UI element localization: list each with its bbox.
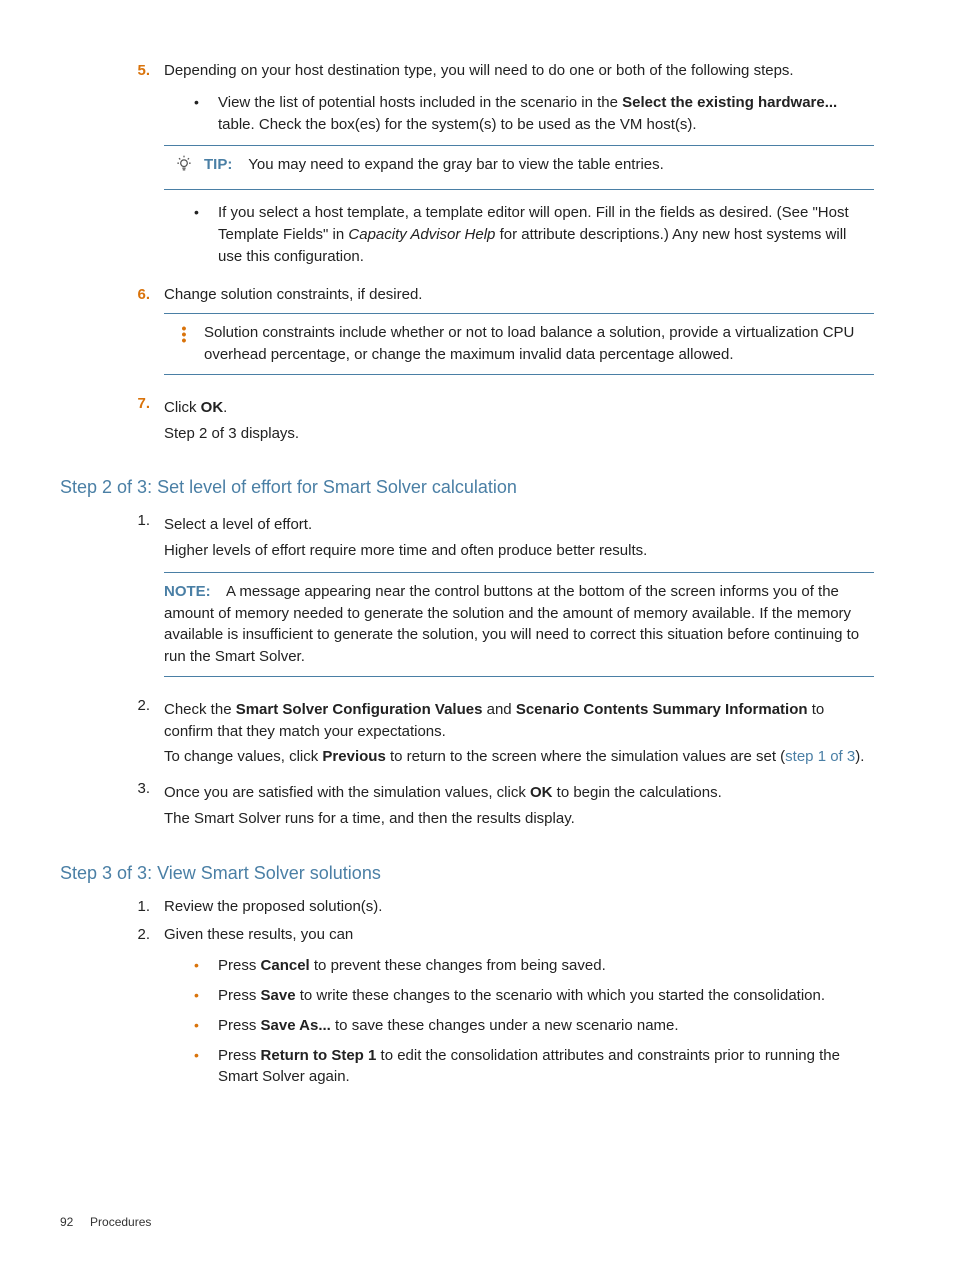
step2-2: 2. Check the Smart Solver Configuration … xyxy=(110,695,874,772)
note-callout: NOTE: A message appearing near the contr… xyxy=(164,572,874,677)
bullet-item: • Press Save As... to save these changes… xyxy=(194,1015,874,1037)
step-number: 1. xyxy=(110,510,164,689)
bullet-item: • Press Cancel to prevent these changes … xyxy=(194,955,874,977)
bold-text: Scenario Contents Summary Information xyxy=(516,701,808,718)
step3-1: 1. Review the proposed solution(s). xyxy=(110,896,874,918)
heading-step-2: Step 2 of 3: Set level of effort for Sma… xyxy=(60,474,874,500)
bullet-item: • If you select a host template, a templ… xyxy=(194,202,874,267)
text: Select a level of effort. xyxy=(164,514,874,536)
tip-text: You may need to expand the gray bar to v… xyxy=(248,156,664,173)
sub-text: Step 2 of 3 displays. xyxy=(164,423,874,445)
link-text[interactable]: step 1 of 3 xyxy=(785,748,855,765)
vertical-dots-icon: ••• xyxy=(164,322,204,366)
step2-1: 1. Select a level of effort. Higher leve… xyxy=(110,510,874,689)
footer-label: Procedures xyxy=(90,1215,151,1229)
tip-label: TIP: xyxy=(204,156,232,173)
sub-bullet-list: • If you select a host template, a templ… xyxy=(194,202,874,267)
ordered-list-step3: 1. Review the proposed solution(s). 2. G… xyxy=(110,896,874,1098)
bold-text: Return to Step 1 xyxy=(261,1047,377,1064)
section-2: 1. Select a level of effort. Higher leve… xyxy=(110,510,874,833)
bullet-item: • View the list of potential hosts inclu… xyxy=(194,92,874,136)
step-text: Depending on your host destination type,… xyxy=(164,62,794,79)
bullet-dot: • xyxy=(194,92,218,136)
bold-text: Select the existing hardware... xyxy=(622,94,837,111)
bold-text: Save xyxy=(261,987,296,1004)
heading-step-3: Step 3 of 3: View Smart Solver solutions xyxy=(60,860,874,886)
note-label: NOTE: xyxy=(164,583,211,600)
text: Press xyxy=(218,987,261,1004)
text: to prevent these changes from being save… xyxy=(310,957,606,974)
text: Press xyxy=(218,1047,261,1064)
bold-text: OK xyxy=(201,399,224,416)
step-number: 3. xyxy=(110,778,164,834)
bullet-dot: • xyxy=(194,985,218,1007)
note-text: Solution constraints include whether or … xyxy=(204,324,854,363)
step-number: 5. xyxy=(110,60,164,278)
ordered-list-main: 5. Depending on your host destination ty… xyxy=(110,60,874,448)
italic-text: Capacity Advisor Help xyxy=(348,226,495,243)
text: to begin the calculations. xyxy=(553,784,722,801)
bullet-dot: • xyxy=(194,202,218,267)
text: to return to the screen where the simula… xyxy=(386,748,785,765)
step-number: 7. xyxy=(110,393,164,449)
tip-callout: TIP: You may need to expand the gray bar… xyxy=(164,145,874,190)
result-options-list: • Press Cancel to prevent these changes … xyxy=(194,955,874,1088)
text: to save these changes under a new scenar… xyxy=(331,1017,679,1034)
text: Check the xyxy=(164,701,236,718)
bullet-dot: • xyxy=(194,1045,218,1089)
text: Review the proposed solution(s). xyxy=(164,896,874,918)
page-number: 92 xyxy=(60,1215,73,1229)
bullet-dot: • xyxy=(194,1015,218,1037)
bold-text: Cancel xyxy=(261,957,310,974)
sub-bullet-list: • View the list of potential hosts inclu… xyxy=(194,92,874,136)
text: table. Check the box(es) for the system(… xyxy=(218,116,697,133)
text: View the list of potential hosts include… xyxy=(218,94,622,111)
step3-2: 2. Given these results, you can • Press … xyxy=(110,924,874,1099)
bullet-item: • Press Save to write these changes to t… xyxy=(194,985,874,1007)
step-number: 2. xyxy=(110,695,164,772)
step-6: 6. Change solution constraints, if desir… xyxy=(110,284,874,387)
bold-text: OK xyxy=(530,784,553,801)
lightbulb-icon xyxy=(164,154,204,181)
step-7: 7. Click OK. Step 2 of 3 displays. xyxy=(110,393,874,449)
text: . xyxy=(223,399,227,416)
text: To change values, click xyxy=(164,748,322,765)
bullet-item: • Press Return to Step 1 to edit the con… xyxy=(194,1045,874,1089)
text: Press xyxy=(218,957,261,974)
note-text: A message appearing near the control but… xyxy=(164,583,859,665)
ordered-list-step2: 1. Select a level of effort. Higher leve… xyxy=(110,510,874,833)
text: ). xyxy=(855,748,864,765)
step-number: 1. xyxy=(110,896,164,918)
step-5: 5. Depending on your host destination ty… xyxy=(110,60,874,278)
page-footer: 92 Procedures xyxy=(60,1214,151,1231)
step-text: Change solution constraints, if desired. xyxy=(164,286,422,303)
step-number: 2. xyxy=(110,924,164,1099)
step2-3: 3. Once you are satisfied with the simul… xyxy=(110,778,874,834)
step-number: 6. xyxy=(110,284,164,387)
text: to write these changes to the scenario w… xyxy=(296,987,825,1004)
bold-text: Save As... xyxy=(261,1017,331,1034)
section-3: 1. Review the proposed solution(s). 2. G… xyxy=(110,896,874,1098)
text: Click xyxy=(164,399,201,416)
bullet-dot: • xyxy=(194,955,218,977)
text: Press xyxy=(218,1017,261,1034)
note-callout: ••• Solution constraints include whether… xyxy=(164,313,874,375)
bold-text: Smart Solver Configuration Values xyxy=(236,701,483,718)
sub-text: The Smart Solver runs for a time, and th… xyxy=(164,808,874,830)
text: Once you are satisfied with the simulati… xyxy=(164,784,530,801)
bold-text: Previous xyxy=(322,748,385,765)
sub-text: Higher levels of effort require more tim… xyxy=(164,540,874,562)
section-1: 5. Depending on your host destination ty… xyxy=(110,60,874,448)
text: and xyxy=(482,701,515,718)
text: Given these results, you can xyxy=(164,926,353,943)
